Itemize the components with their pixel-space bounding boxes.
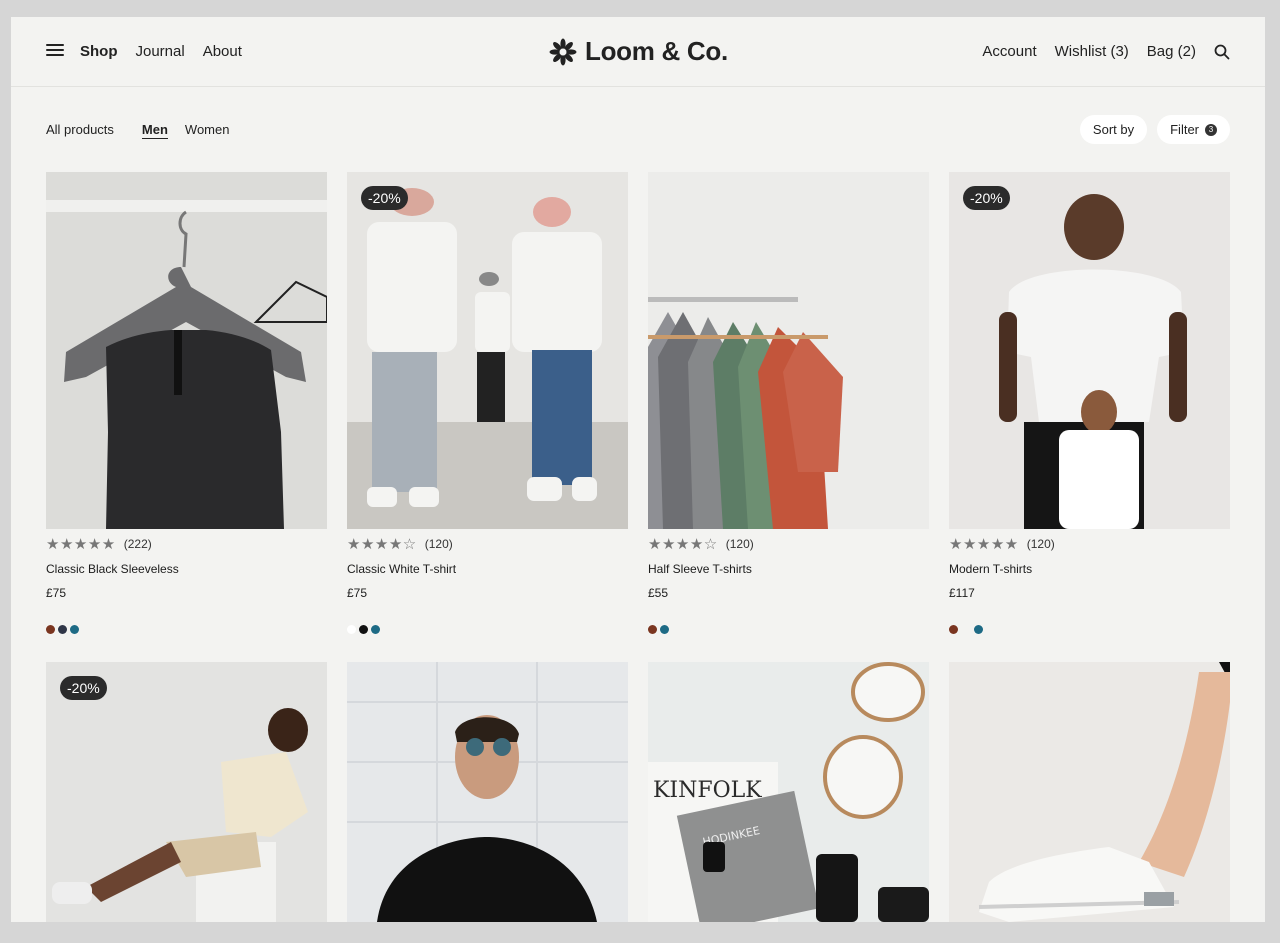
magazine-title: KINFOLK bbox=[653, 778, 762, 803]
site-header: Shop Journal About Loom & Co. Account Wi… bbox=[11, 17, 1265, 87]
product-card[interactable]: ★★★★★ (222) Classic Black Sleeveless £75 bbox=[46, 172, 327, 634]
color-swatches bbox=[949, 625, 1230, 634]
product-name[interactable]: Modern T-shirts bbox=[949, 562, 1230, 576]
main-nav: Shop Journal About bbox=[80, 43, 242, 60]
bag-link[interactable]: Bag (2) bbox=[1147, 43, 1196, 60]
product-image[interactable]: -20% bbox=[46, 662, 327, 922]
product-name[interactable]: Classic White T-shirt bbox=[347, 562, 628, 576]
sort-by-label: Sort by bbox=[1092, 122, 1135, 137]
color-swatches bbox=[46, 625, 327, 634]
product-price: £75 bbox=[347, 586, 368, 600]
color-swatch-teal[interactable] bbox=[660, 625, 669, 634]
product-card[interactable]: -20% ★★★★★ (120) Modern T-shirts £117 bbox=[949, 172, 1230, 634]
nav-journal-link[interactable]: Journal bbox=[136, 43, 185, 60]
wishlist-link[interactable]: Wishlist (3) bbox=[1055, 43, 1129, 60]
tab-all-products[interactable]: All products bbox=[46, 122, 114, 139]
flatlay-photo: KINFOLK HODINKEE bbox=[648, 662, 929, 922]
discount-badge: -20% bbox=[60, 676, 107, 700]
filter-button[interactable]: Filter 3 bbox=[1157, 115, 1230, 144]
product-price: £55 bbox=[648, 586, 669, 600]
nav-shop-link[interactable]: Shop bbox=[80, 43, 118, 60]
flower-logo-icon bbox=[549, 38, 577, 65]
color-swatch-black[interactable] bbox=[359, 625, 368, 634]
product-rating: ★★★★★ (120) bbox=[949, 535, 1230, 553]
category-tabs: All products Men Women bbox=[46, 122, 246, 139]
star-rating-icon: ★★★★★ bbox=[949, 536, 1019, 553]
product-rating: ★★★★☆ (120) bbox=[648, 535, 929, 553]
color-swatch-rust[interactable] bbox=[648, 625, 657, 634]
product-rating: ★★★★☆ (120) bbox=[347, 535, 628, 553]
color-swatch-teal[interactable] bbox=[70, 625, 79, 634]
review-count: (120) bbox=[1026, 537, 1055, 551]
discount-badge: -20% bbox=[963, 186, 1010, 210]
discount-badge: -20% bbox=[361, 186, 408, 210]
review-count: (222) bbox=[123, 537, 152, 551]
filter-count-badge: 3 bbox=[1205, 123, 1217, 136]
color-swatch-rust[interactable] bbox=[949, 625, 958, 634]
review-count: (120) bbox=[725, 537, 754, 551]
brand-logo[interactable]: Loom & Co. bbox=[549, 36, 728, 67]
color-swatch-white[interactable] bbox=[347, 625, 356, 634]
product-name[interactable]: Classic Black Sleeveless bbox=[46, 562, 327, 576]
product-image[interactable] bbox=[949, 662, 1230, 922]
product-card[interactable]: -20% bbox=[46, 662, 327, 922]
product-image[interactable]: -20% bbox=[949, 172, 1230, 529]
seated-man-photo bbox=[46, 662, 327, 922]
color-swatches bbox=[648, 625, 929, 634]
store-window: Shop Journal About Loom & Co. Account Wi… bbox=[11, 17, 1265, 922]
sunglasses-man-photo bbox=[347, 662, 628, 922]
star-rating-icon: ★★★★★ bbox=[46, 536, 116, 553]
product-image[interactable]: KINFOLK HODINKEE bbox=[648, 662, 929, 922]
account-nav: Account Wishlist (3) Bag (2) bbox=[982, 43, 1230, 60]
product-card[interactable] bbox=[347, 662, 628, 922]
product-price: £117 bbox=[949, 586, 975, 600]
product-image[interactable] bbox=[46, 172, 327, 529]
white-tshirt-photo bbox=[347, 172, 628, 529]
color-swatch-navy[interactable] bbox=[58, 625, 67, 634]
account-link[interactable]: Account bbox=[982, 43, 1036, 60]
half-sleeve-rack-photo bbox=[648, 172, 929, 529]
product-name[interactable]: Half Sleeve T-shirts bbox=[648, 562, 929, 576]
review-count: (120) bbox=[424, 537, 453, 551]
filter-label: Filter bbox=[1170, 122, 1199, 137]
product-image[interactable] bbox=[347, 662, 628, 922]
color-swatches bbox=[347, 625, 628, 634]
star-rating-icon: ★★★★☆ bbox=[648, 536, 718, 553]
sneaker-leg-photo bbox=[949, 662, 1230, 922]
brand-name: Loom & Co. bbox=[585, 36, 728, 66]
tab-men[interactable]: Men bbox=[141, 122, 168, 139]
color-swatch-teal[interactable] bbox=[974, 625, 983, 634]
tab-women[interactable]: Women bbox=[185, 122, 230, 139]
search-icon[interactable] bbox=[1214, 44, 1230, 60]
product-card[interactable]: ★★★★☆ (120) Half Sleeve T-shirts £55 bbox=[648, 172, 929, 634]
hamburger-menu-icon[interactable] bbox=[46, 44, 64, 58]
product-card[interactable] bbox=[949, 662, 1230, 922]
modern-tshirt-photo bbox=[949, 172, 1230, 529]
product-image[interactable]: -20% bbox=[347, 172, 628, 529]
sort-filter-tools: Sort by Filter 3 bbox=[1079, 115, 1230, 144]
star-rating-icon: ★★★★☆ bbox=[347, 536, 417, 553]
product-card[interactable]: -20% ★★★★☆ (120) Classic White T-shirt £… bbox=[347, 172, 628, 634]
black-sleeveless-photo bbox=[46, 172, 327, 529]
product-image[interactable] bbox=[648, 172, 929, 529]
product-price: £75 bbox=[46, 586, 67, 600]
color-swatch-rust[interactable] bbox=[46, 625, 55, 634]
nav-about-link[interactable]: About bbox=[203, 43, 242, 60]
sort-by-button[interactable]: Sort by bbox=[1079, 115, 1148, 144]
color-swatch-teal[interactable] bbox=[371, 625, 380, 634]
product-card[interactable]: KINFOLK HODINKEE bbox=[648, 662, 929, 922]
product-rating: ★★★★★ (222) bbox=[46, 535, 327, 553]
